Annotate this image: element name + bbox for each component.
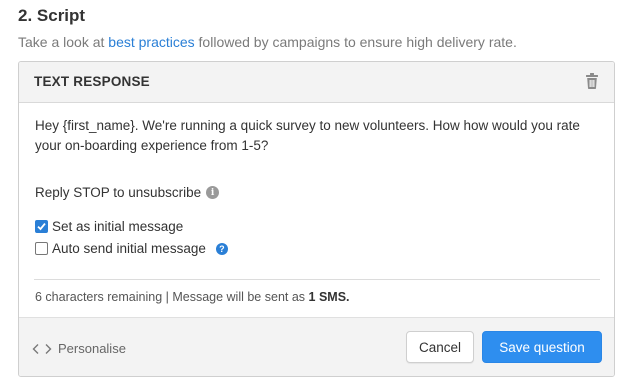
- section-title: 2. Script: [18, 6, 86, 25]
- code-brackets-icon: [32, 343, 52, 354]
- text-response-card: TEXT RESPONSE Hey {first_name}. We're ru…: [18, 61, 615, 377]
- unsubscribe-line: Reply STOP to unsubscribe i: [35, 185, 220, 200]
- cancel-button[interactable]: Cancel: [406, 331, 474, 363]
- subtitle-suffix: followed by campaigns to ensure high del…: [194, 34, 517, 50]
- initial-message-checkbox[interactable]: [35, 220, 48, 233]
- remaining-text: 6 characters remaining | Message will be…: [35, 290, 309, 304]
- auto-send-checkbox[interactable]: [35, 242, 48, 255]
- save-question-button[interactable]: Save question: [482, 331, 602, 363]
- sms-count: 1 SMS.: [308, 290, 350, 304]
- auto-send-row[interactable]: Auto send initial message ?: [35, 241, 228, 256]
- unsubscribe-text: Reply STOP to unsubscribe: [35, 185, 202, 200]
- divider: [34, 279, 600, 280]
- initial-message-row[interactable]: Set as initial message: [35, 219, 183, 234]
- subtitle-prefix: Take a look at: [18, 34, 109, 50]
- card-footer: Personalise Cancel Save question: [19, 317, 614, 376]
- auto-send-label: Auto send initial message: [52, 241, 206, 256]
- help-icon[interactable]: ?: [215, 242, 228, 255]
- trash-icon[interactable]: [585, 73, 599, 89]
- section-subtitle: Take a look at best practices followed b…: [18, 34, 517, 50]
- card-title: TEXT RESPONSE: [34, 74, 150, 89]
- personalise-label: Personalise: [58, 341, 126, 356]
- message-text[interactable]: Hey {first_name}. We're running a quick …: [35, 116, 595, 156]
- personalise-button[interactable]: Personalise: [32, 341, 126, 356]
- checkmark-icon: [37, 223, 46, 231]
- card-header: TEXT RESPONSE: [19, 62, 614, 103]
- initial-message-label: Set as initial message: [52, 219, 184, 234]
- info-icon[interactable]: i: [206, 186, 220, 199]
- sms-status: 6 characters remaining | Message will be…: [35, 290, 350, 304]
- best-practices-link[interactable]: best practices: [108, 34, 194, 50]
